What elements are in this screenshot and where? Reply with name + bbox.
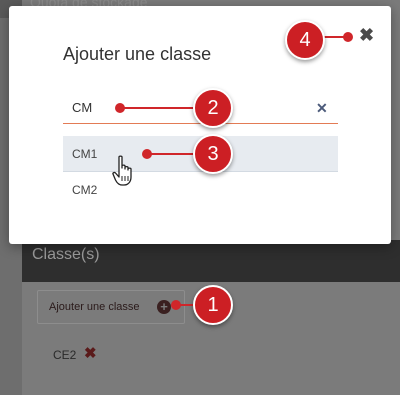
add-class-modal bbox=[9, 6, 391, 244]
dropdown-option[interactable]: CM2 bbox=[63, 172, 338, 208]
hand-cursor-icon bbox=[112, 155, 132, 186]
callout-3-dot bbox=[142, 149, 152, 159]
callout-4-dot bbox=[343, 32, 353, 42]
callout-3-line bbox=[147, 153, 197, 155]
callout-3-badge: 3 bbox=[193, 134, 233, 174]
plus-circle-icon[interactable]: + bbox=[157, 300, 171, 314]
clear-search-icon[interactable]: ✕ bbox=[316, 100, 328, 117]
classes-section-title: Classe(s) bbox=[32, 246, 100, 263]
callout-1-dot bbox=[171, 300, 181, 310]
modal-title: Ajouter une classe bbox=[63, 44, 212, 64]
close-icon[interactable]: ✖ bbox=[359, 25, 374, 46]
class-item-label: CE2 bbox=[53, 348, 77, 362]
callout-2-badge: 2 bbox=[193, 88, 233, 128]
remove-class-icon[interactable]: ✖ bbox=[84, 344, 97, 362]
callout-2-line bbox=[120, 107, 196, 109]
callout-4-badge: 4 bbox=[285, 20, 325, 60]
callout-1-badge: 1 bbox=[193, 285, 233, 325]
add-class-button-label: Ajouter une classe bbox=[49, 301, 140, 313]
callout-2-dot bbox=[115, 103, 125, 113]
